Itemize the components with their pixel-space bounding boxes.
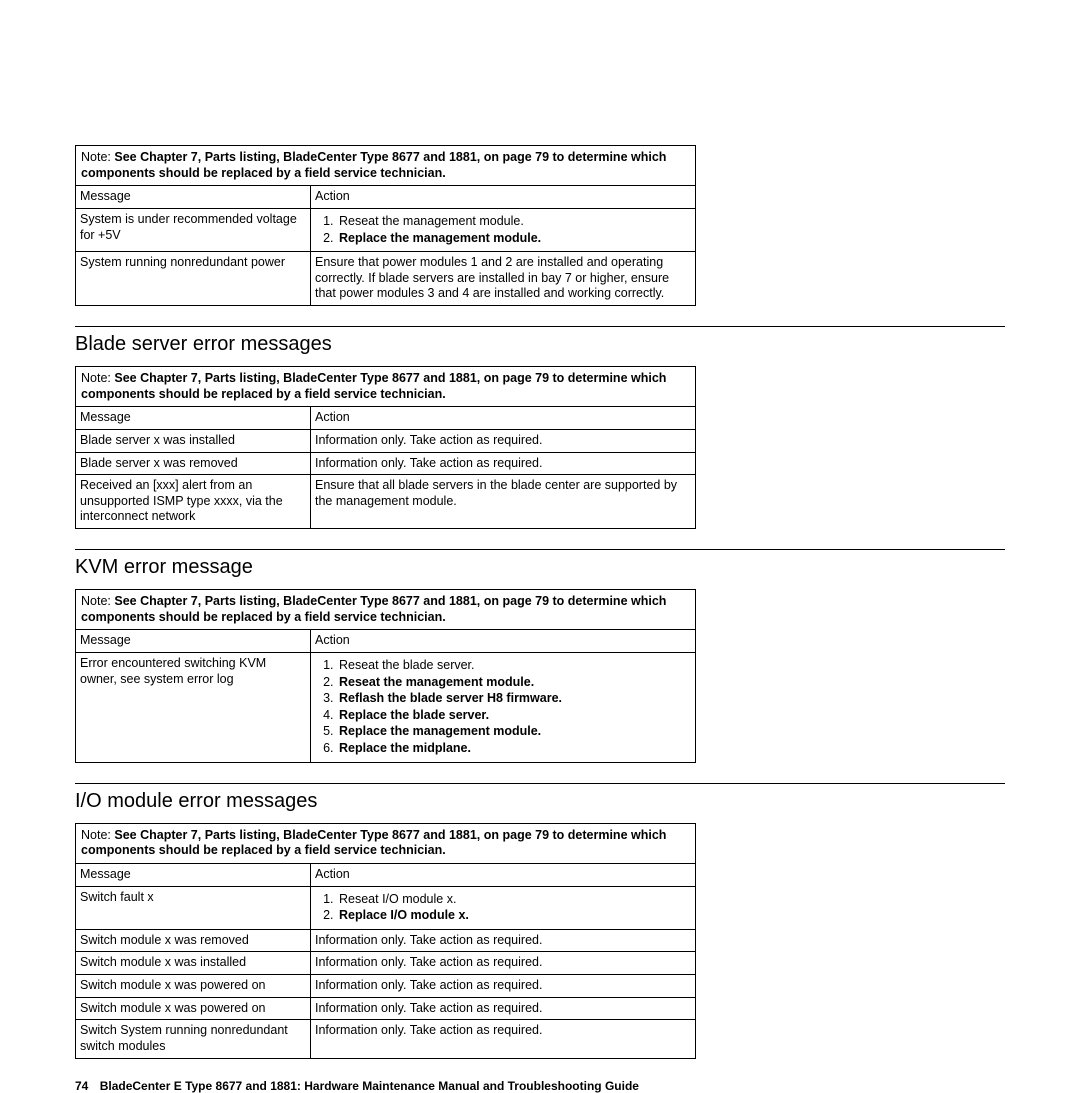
table-row: System is under recommended voltage for … (76, 208, 311, 251)
note-text: See Chapter 7, Parts listing, BladeCente… (81, 594, 666, 624)
table-row: Switch module x was powered on (76, 975, 311, 998)
list-item: Reseat I/O module x. (337, 892, 691, 908)
list-item: Reseat the management module. (337, 214, 691, 230)
list-item: Reseat the blade server. (337, 658, 691, 674)
table-voltage: Note: See Chapter 7, Parts listing, Blad… (75, 145, 696, 306)
section-rule (75, 783, 1005, 784)
table-row: Reseat the blade server. Reseat the mana… (311, 652, 696, 762)
note-cell: Note: See Chapter 7, Parts listing, Blad… (76, 590, 696, 630)
section-title: KVM error message (75, 556, 1005, 579)
list-item: Replace the management module. (337, 231, 691, 247)
header-message: Message (76, 186, 311, 209)
header-action: Action (311, 186, 696, 209)
section-rule (75, 549, 1005, 550)
table-row: Reseat I/O module x. Replace I/O module … (311, 886, 696, 929)
table-row: Ensure that all blade servers in the bla… (311, 475, 696, 529)
section-voltage: Note: See Chapter 7, Parts listing, Blad… (75, 145, 1005, 306)
table-row: Information only. Take action as require… (311, 997, 696, 1020)
table-row: Switch module x was removed (76, 929, 311, 952)
table-row: Information only. Take action as require… (311, 952, 696, 975)
table-io: Note: See Chapter 7, Parts listing, Blad… (75, 823, 696, 1059)
header-message: Message (76, 407, 311, 430)
footer-title: BladeCenter E Type 8677 and 1881: Hardwa… (100, 1079, 639, 1093)
table-row: Information only. Take action as require… (311, 929, 696, 952)
table-row: System running nonredundant power (76, 252, 311, 306)
list-item: Replace I/O module x. (337, 908, 691, 924)
note-label: Note: (81, 828, 111, 842)
header-action: Action (311, 863, 696, 886)
action-list: Reseat I/O module x. Replace I/O module … (315, 892, 691, 924)
note-cell: Note: See Chapter 7, Parts listing, Blad… (76, 367, 696, 407)
section-kvm: KVM error message Note: See Chapter 7, P… (75, 549, 1005, 763)
table-row: Information only. Take action as require… (311, 452, 696, 475)
header-action: Action (311, 630, 696, 653)
note-label: Note: (81, 150, 111, 164)
table-row: Blade server x was removed (76, 452, 311, 475)
list-item: Replace the midplane. (337, 741, 691, 757)
list-item: Reseat the management module. (337, 675, 691, 691)
note-label: Note: (81, 371, 111, 385)
table-row: Switch module x was powered on (76, 997, 311, 1020)
note-text: See Chapter 7, Parts listing, BladeCente… (81, 371, 666, 401)
header-action: Action (311, 407, 696, 430)
table-row: Information only. Take action as require… (311, 429, 696, 452)
list-item: Replace the management module. (337, 724, 691, 740)
page-number: 74 (75, 1079, 88, 1093)
list-item: Reflash the blade server H8 firmware. (337, 691, 691, 707)
table-row: Error encountered switching KVM owner, s… (76, 652, 311, 762)
table-row: Switch System running nonredundant switc… (76, 1020, 311, 1058)
table-row: Received an [xxx] alert from an unsuppor… (76, 475, 311, 529)
header-message: Message (76, 630, 311, 653)
action-list: Reseat the blade server. Reseat the mana… (315, 658, 691, 757)
table-row: Reseat the management module. Replace th… (311, 208, 696, 251)
section-blade: Blade server error messages Note: See Ch… (75, 326, 1005, 529)
table-blade: Note: See Chapter 7, Parts listing, Blad… (75, 366, 696, 529)
table-row: Switch module x was installed (76, 952, 311, 975)
table-row: Blade server x was installed (76, 429, 311, 452)
note-text: See Chapter 7, Parts listing, BladeCente… (81, 828, 666, 858)
note-cell: Note: See Chapter 7, Parts listing, Blad… (76, 146, 696, 186)
table-kvm: Note: See Chapter 7, Parts listing, Blad… (75, 589, 696, 763)
list-item: Replace the blade server. (337, 708, 691, 724)
page-footer: 74 BladeCenter E Type 8677 and 1881: Har… (75, 1079, 1005, 1093)
section-title: Blade server error messages (75, 333, 1005, 356)
header-message: Message (76, 863, 311, 886)
table-row: Switch fault x (76, 886, 311, 929)
note-label: Note: (81, 594, 111, 608)
note-text: See Chapter 7, Parts listing, BladeCente… (81, 150, 666, 180)
action-list: Reseat the management module. Replace th… (315, 214, 691, 246)
table-row: Information only. Take action as require… (311, 975, 696, 998)
table-row: Ensure that power modules 1 and 2 are in… (311, 252, 696, 306)
section-io: I/O module error messages Note: See Chap… (75, 783, 1005, 1059)
page-content: Note: See Chapter 7, Parts listing, Blad… (0, 0, 1080, 1093)
section-rule (75, 326, 1005, 327)
note-cell: Note: See Chapter 7, Parts listing, Blad… (76, 823, 696, 863)
section-title: I/O module error messages (75, 790, 1005, 813)
table-row: Information only. Take action as require… (311, 1020, 696, 1058)
